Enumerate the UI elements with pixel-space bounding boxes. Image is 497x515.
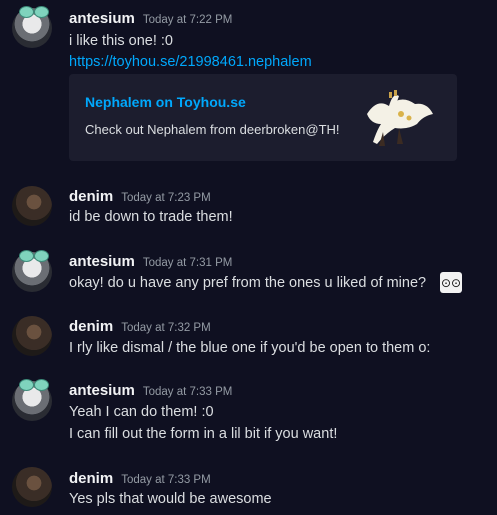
avatar-denim[interactable] xyxy=(12,316,52,356)
author-name[interactable]: denim xyxy=(69,188,113,205)
message-text: Yeah I can do them! :0 xyxy=(69,404,214,420)
bow-decoration-icon xyxy=(16,6,50,18)
bow-decoration-icon xyxy=(16,379,50,391)
embed-description: Check out Nephalem from deerbroken@TH! xyxy=(85,122,340,137)
message-text: I rly like dismal / the blue one if you'… xyxy=(69,340,431,356)
bow-decoration-icon xyxy=(16,250,50,262)
message-text: Yes pls that would be awesome xyxy=(69,491,272,507)
timestamp: Today at 7:22 PM xyxy=(142,14,233,26)
avatar-denim[interactable] xyxy=(12,467,52,507)
message-text: id be down to trade them! xyxy=(69,209,233,225)
timestamp: Today at 7:23 PM xyxy=(121,192,211,204)
timestamp: Today at 7:33 PM xyxy=(121,474,211,486)
message-link[interactable]: https://toyhou.se/21998461.nephalem xyxy=(69,54,312,70)
link-embed: Nephalem on Toyhou.se Check out Nephalem… xyxy=(69,74,457,161)
embed-thumbnail-icon[interactable] xyxy=(359,84,439,152)
author-name[interactable]: denim xyxy=(69,318,113,335)
embed-title[interactable]: Nephalem on Toyhou.se xyxy=(85,94,246,110)
avatar-denim[interactable] xyxy=(12,186,52,226)
timestamp: Today at 7:33 PM xyxy=(142,386,233,398)
author-name[interactable]: antesium xyxy=(69,10,135,27)
message-text: okay! do u have any pref from the ones u… xyxy=(69,275,427,291)
author-name[interactable]: antesium xyxy=(69,253,135,270)
message-text: I can fill out the form in a lil bit if … xyxy=(69,426,338,442)
timestamp: Today at 7:31 PM xyxy=(142,257,233,269)
timestamp: Today at 7:32 PM xyxy=(121,322,211,334)
author-name[interactable]: antesium xyxy=(69,382,135,399)
author-name[interactable]: denim xyxy=(69,470,113,487)
message-text: i like this one! :0 xyxy=(69,33,173,49)
shocked-face-emoji-icon[interactable]: ⊙⊙ xyxy=(440,272,462,293)
